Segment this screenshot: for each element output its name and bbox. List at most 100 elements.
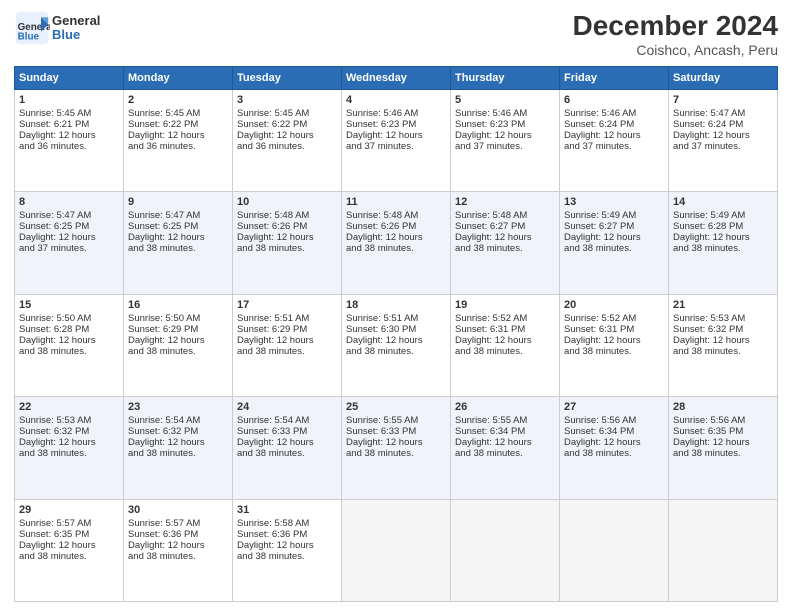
day-number: 14	[673, 196, 773, 208]
day-number: 10	[237, 196, 337, 208]
day-info-line: Sunrise: 5:52 AM	[455, 313, 555, 324]
day-number: 2	[128, 94, 228, 106]
day-info-line: Sunrise: 5:50 AM	[128, 313, 228, 324]
day-info-line: Sunset: 6:35 PM	[673, 426, 773, 437]
day-info-line: Daylight: 12 hours	[455, 232, 555, 243]
day-info-line: Daylight: 12 hours	[237, 130, 337, 141]
day-info-line: Sunset: 6:27 PM	[455, 221, 555, 232]
day-info-line: Sunset: 6:22 PM	[237, 119, 337, 130]
day-info-line: Daylight: 12 hours	[19, 232, 119, 243]
day-number: 29	[19, 504, 119, 516]
day-number: 26	[455, 401, 555, 413]
day-info-line: and 38 minutes.	[128, 448, 228, 459]
table-row: 31Sunrise: 5:58 AMSunset: 6:36 PMDayligh…	[233, 499, 342, 601]
day-info-line: Sunrise: 5:54 AM	[128, 415, 228, 426]
page: General Blue General Blue December 2024 …	[0, 0, 792, 612]
day-number: 11	[346, 196, 446, 208]
day-info-line: Sunrise: 5:49 AM	[673, 210, 773, 221]
day-info-line: Sunrise: 5:55 AM	[455, 415, 555, 426]
day-info-line: Daylight: 12 hours	[128, 232, 228, 243]
day-info-line: and 37 minutes.	[19, 243, 119, 254]
day-info-line: Sunrise: 5:58 AM	[237, 518, 337, 529]
day-info-line: Daylight: 12 hours	[346, 232, 446, 243]
day-info-line: Daylight: 12 hours	[128, 130, 228, 141]
day-info-line: Daylight: 12 hours	[346, 335, 446, 346]
day-info-line: Daylight: 12 hours	[673, 130, 773, 141]
day-info-line: and 38 minutes.	[237, 551, 337, 562]
day-info-line: Sunset: 6:24 PM	[564, 119, 664, 130]
day-number: 16	[128, 299, 228, 311]
day-info-line: and 38 minutes.	[564, 243, 664, 254]
day-info-line: Daylight: 12 hours	[237, 437, 337, 448]
day-info-line: and 38 minutes.	[128, 243, 228, 254]
day-info-line: and 38 minutes.	[346, 243, 446, 254]
day-info-line: Sunset: 6:32 PM	[128, 426, 228, 437]
table-row: 8Sunrise: 5:47 AMSunset: 6:25 PMDaylight…	[15, 192, 124, 294]
table-row: 10Sunrise: 5:48 AMSunset: 6:26 PMDayligh…	[233, 192, 342, 294]
day-info-line: and 38 minutes.	[455, 448, 555, 459]
day-info-line: Daylight: 12 hours	[455, 335, 555, 346]
table-row: 2Sunrise: 5:45 AMSunset: 6:22 PMDaylight…	[124, 90, 233, 192]
day-number: 17	[237, 299, 337, 311]
day-info-line: and 38 minutes.	[19, 551, 119, 562]
table-row: 7Sunrise: 5:47 AMSunset: 6:24 PMDaylight…	[669, 90, 778, 192]
day-info-line: Sunset: 6:26 PM	[237, 221, 337, 232]
day-info-line: and 38 minutes.	[128, 551, 228, 562]
table-row: 17Sunrise: 5:51 AMSunset: 6:29 PMDayligh…	[233, 294, 342, 396]
day-info-line: Sunrise: 5:46 AM	[455, 108, 555, 119]
day-info-line: Sunset: 6:36 PM	[237, 529, 337, 540]
svg-text:Blue: Blue	[18, 32, 40, 43]
table-row: 16 Sunrise: 5:50 AMSunset: 6:29 PMDayligh…	[124, 294, 233, 396]
day-info-line: Sunrise: 5:56 AM	[673, 415, 773, 426]
day-info-line: and 38 minutes.	[564, 346, 664, 357]
day-info-line: Daylight: 12 hours	[19, 335, 119, 346]
table-row: 26Sunrise: 5:55 AMSunset: 6:34 PMDayligh…	[451, 397, 560, 499]
day-info-line: Daylight: 12 hours	[564, 437, 664, 448]
day-info-line: Daylight: 12 hours	[19, 437, 119, 448]
day-info-line: Sunrise: 5:45 AM	[19, 108, 119, 119]
logo-general: General	[52, 14, 100, 28]
day-info-line: Daylight: 12 hours	[19, 130, 119, 141]
day-number: 23	[128, 401, 228, 413]
day-info-line: Sunrise: 5:56 AM	[564, 415, 664, 426]
day-number: 18	[346, 299, 446, 311]
day-info-line: Sunset: 6:29 PM	[128, 324, 228, 335]
day-info-line: Sunset: 6:31 PM	[455, 324, 555, 335]
table-row: 13Sunrise: 5:49 AMSunset: 6:27 PMDayligh…	[560, 192, 669, 294]
day-info-line: and 38 minutes.	[346, 448, 446, 459]
day-info-line: Sunset: 6:23 PM	[455, 119, 555, 130]
day-info-line: Sunrise: 5:47 AM	[673, 108, 773, 119]
day-number: 6	[564, 94, 664, 106]
day-number: 15	[19, 299, 119, 311]
day-info-line: Sunrise: 5:47 AM	[19, 210, 119, 221]
day-info-line: and 38 minutes.	[564, 448, 664, 459]
day-number: 7	[673, 94, 773, 106]
table-row: 19Sunrise: 5:52 AMSunset: 6:31 PMDayligh…	[451, 294, 560, 396]
day-info-line: Daylight: 12 hours	[128, 540, 228, 551]
day-info-line: and 38 minutes.	[455, 243, 555, 254]
day-info-line: and 37 minutes.	[455, 141, 555, 152]
table-row: 14Sunrise: 5:49 AMSunset: 6:28 PMDayligh…	[669, 192, 778, 294]
table-row: 22Sunrise: 5:53 AMSunset: 6:32 PMDayligh…	[15, 397, 124, 499]
day-info-line: Sunrise: 5:46 AM	[564, 108, 664, 119]
day-info-line: Sunset: 6:22 PM	[128, 119, 228, 130]
day-info-line: Daylight: 12 hours	[128, 335, 228, 346]
day-number: 9	[128, 196, 228, 208]
table-row: 21Sunrise: 5:53 AMSunset: 6:32 PMDayligh…	[669, 294, 778, 396]
day-info-line: Sunrise: 5:57 AM	[19, 518, 119, 529]
day-number: 25	[346, 401, 446, 413]
day-number: 4	[346, 94, 446, 106]
table-row	[560, 499, 669, 601]
day-info-line: Sunrise: 5:45 AM	[237, 108, 337, 119]
day-info-line: Sunrise: 5:48 AM	[346, 210, 446, 221]
week-row-3: 15Sunrise: 5:50 AMSunset: 6:28 PMDayligh…	[15, 294, 778, 396]
table-row: 25Sunrise: 5:55 AMSunset: 6:33 PMDayligh…	[342, 397, 451, 499]
col-tuesday: Tuesday	[233, 67, 342, 90]
day-info-line: Sunrise: 5:55 AM	[346, 415, 446, 426]
day-number: 24	[237, 401, 337, 413]
table-row	[451, 499, 560, 601]
day-info-line: Sunrise: 5:48 AM	[237, 210, 337, 221]
table-row	[669, 499, 778, 601]
day-info-line: Sunrise: 5:50 AM	[19, 313, 119, 324]
calendar-header-row: Sunday Monday Tuesday Wednesday Thursday…	[15, 67, 778, 90]
